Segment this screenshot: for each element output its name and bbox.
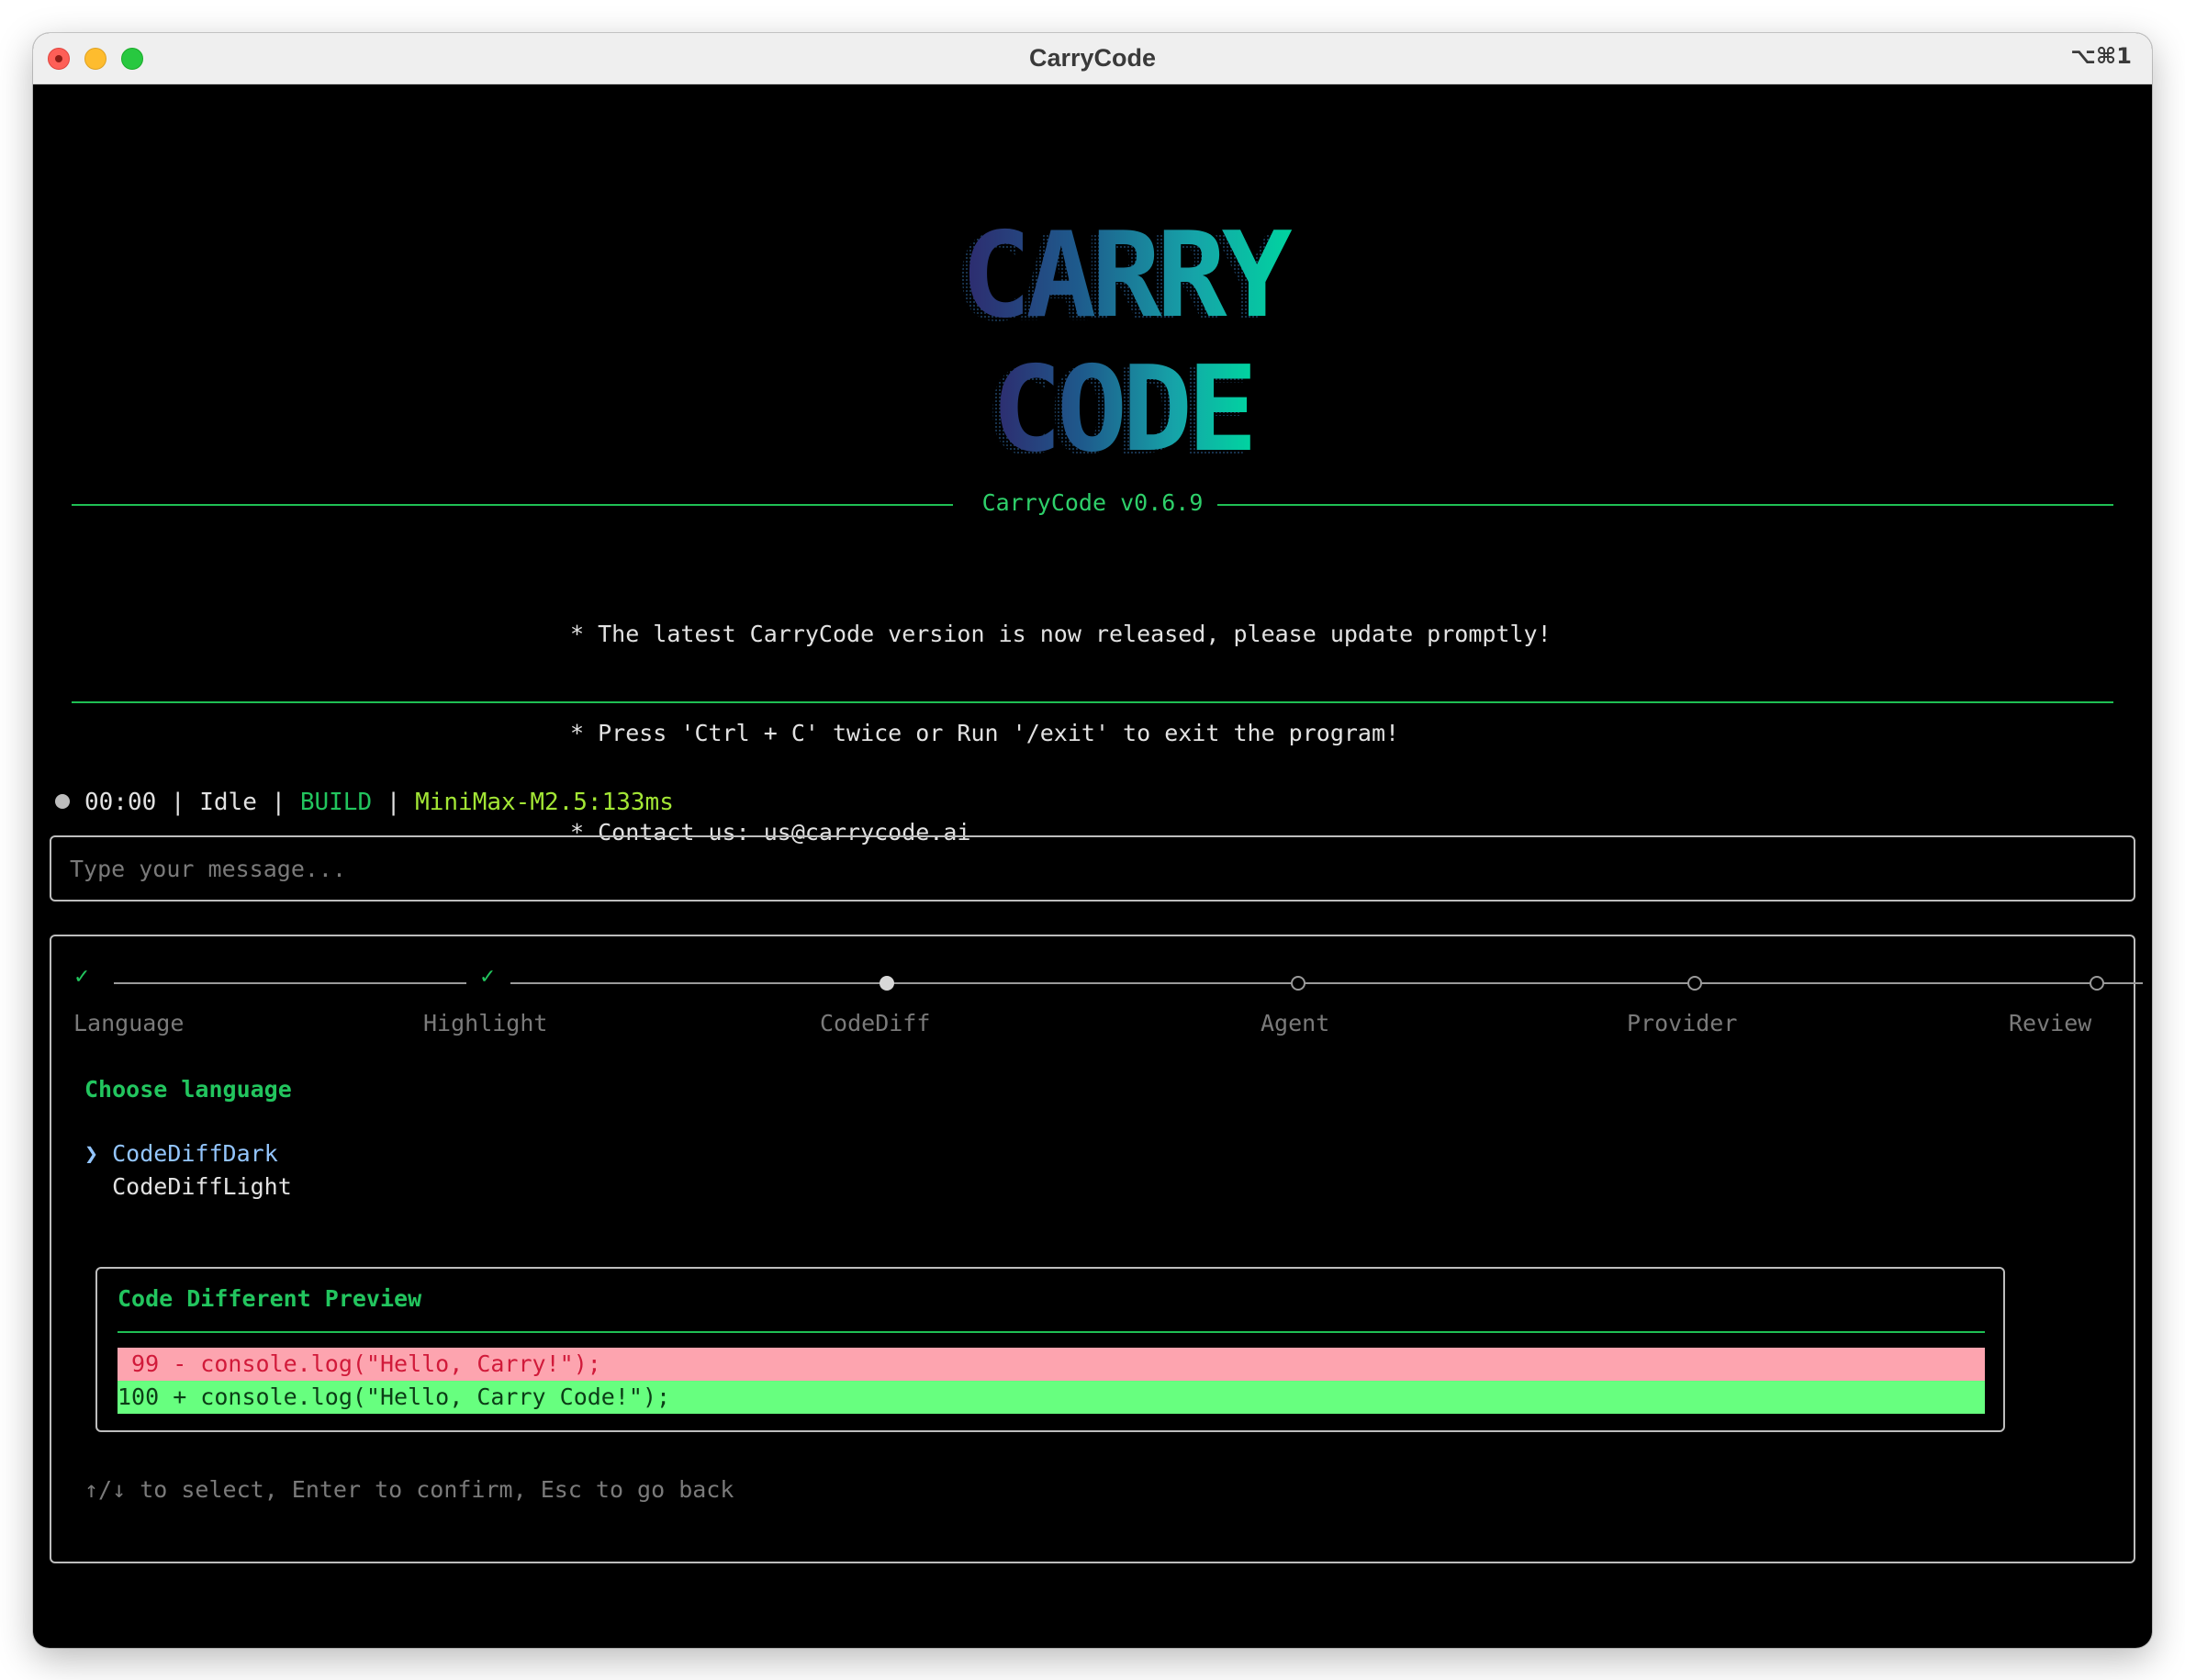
terminal-window: CarryCode ⌥⌘1 CARRY CARRY CODE CODE Carr… [33,33,2152,1648]
status-state: Idle [199,789,257,816]
title-bar: CarryCode ⌥⌘1 [33,33,2152,84]
preview-title: Code Different Preview [118,1285,422,1312]
step-label-provider: Provider [1627,1010,1738,1036]
setup-wizard-panel: ✓ ✓ Language Highlight CodeDiff Agent Pr… [50,935,2143,1563]
notice-update: * The latest CarryCode version is now re… [570,621,1552,647]
carrycode-logo: CARRY CARRY CODE CODE [953,217,1297,482]
message-input[interactable] [70,850,2090,887]
step-highlight-check-icon: ✓ [479,966,497,989]
step-label-highlight: Highlight [423,1010,548,1036]
status-separator: | [256,789,300,816]
message-input-box[interactable] [50,835,2135,902]
diff-removed-line: 99 - console.log("Hello, Carry!"); [118,1348,1985,1381]
diff-added-line: 100 + console.log("Hello, Carry Code!"); [118,1381,1985,1414]
option-codediffdark[interactable]: ❯ CodeDiffDark [84,1140,278,1167]
version-label: CarryCode v0.6.9 [981,489,1204,516]
step-label-codediff: CodeDiff [820,1010,931,1036]
notice-exit: * Press 'Ctrl + C' twice or Run '/exit' … [570,720,1400,746]
step-provider-pending-icon [1687,976,1702,991]
preview-divider [118,1331,1985,1333]
status-model: MiniMax-M2.5:133ms [415,789,674,816]
selection-caret-icon: ❯ [84,1140,99,1167]
step-connector [510,982,1798,984]
step-label-review: Review [2009,1010,2092,1036]
status-mode: BUILD [299,789,373,816]
logo-line-1: CARRY [960,217,1292,344]
step-label-language: Language [73,1010,185,1036]
step-language-check-icon: ✓ [73,966,91,989]
wizard-heading: Choose language [84,1076,292,1103]
status-indicator-icon [55,793,70,809]
step-connector [114,982,466,984]
option-codedifflight[interactable]: CodeDiffLight [84,1173,292,1200]
option-label: CodeDiffDark [112,1140,278,1167]
status-separator: | [156,789,200,816]
status-bar: 00:00 | Idle | BUILD | MiniMax-M2.5:133m… [55,786,674,819]
option-label: CodeDiffLight [112,1173,292,1200]
status-time: 00:00 [84,789,157,816]
step-agent-pending-icon [1291,976,1305,991]
step-review-pending-icon [2090,976,2104,991]
keyboard-hint: ↑/↓ to select, Enter to confirm, Esc to … [84,1476,734,1503]
step-codediff-current-icon [880,976,894,991]
window-shortcut: ⌥⌘1 [2070,43,2132,69]
window-title: CarryCode [1028,44,1157,72]
status-separator: | [372,789,416,816]
logo-line-2: CODE [992,342,1252,478]
banner-divider [72,701,2113,703]
version-divider-right [1217,504,2113,506]
code-diff-preview: Code Different Preview 99 - console.log(… [95,1267,2005,1432]
step-label-agent: Agent [1261,1010,1330,1036]
